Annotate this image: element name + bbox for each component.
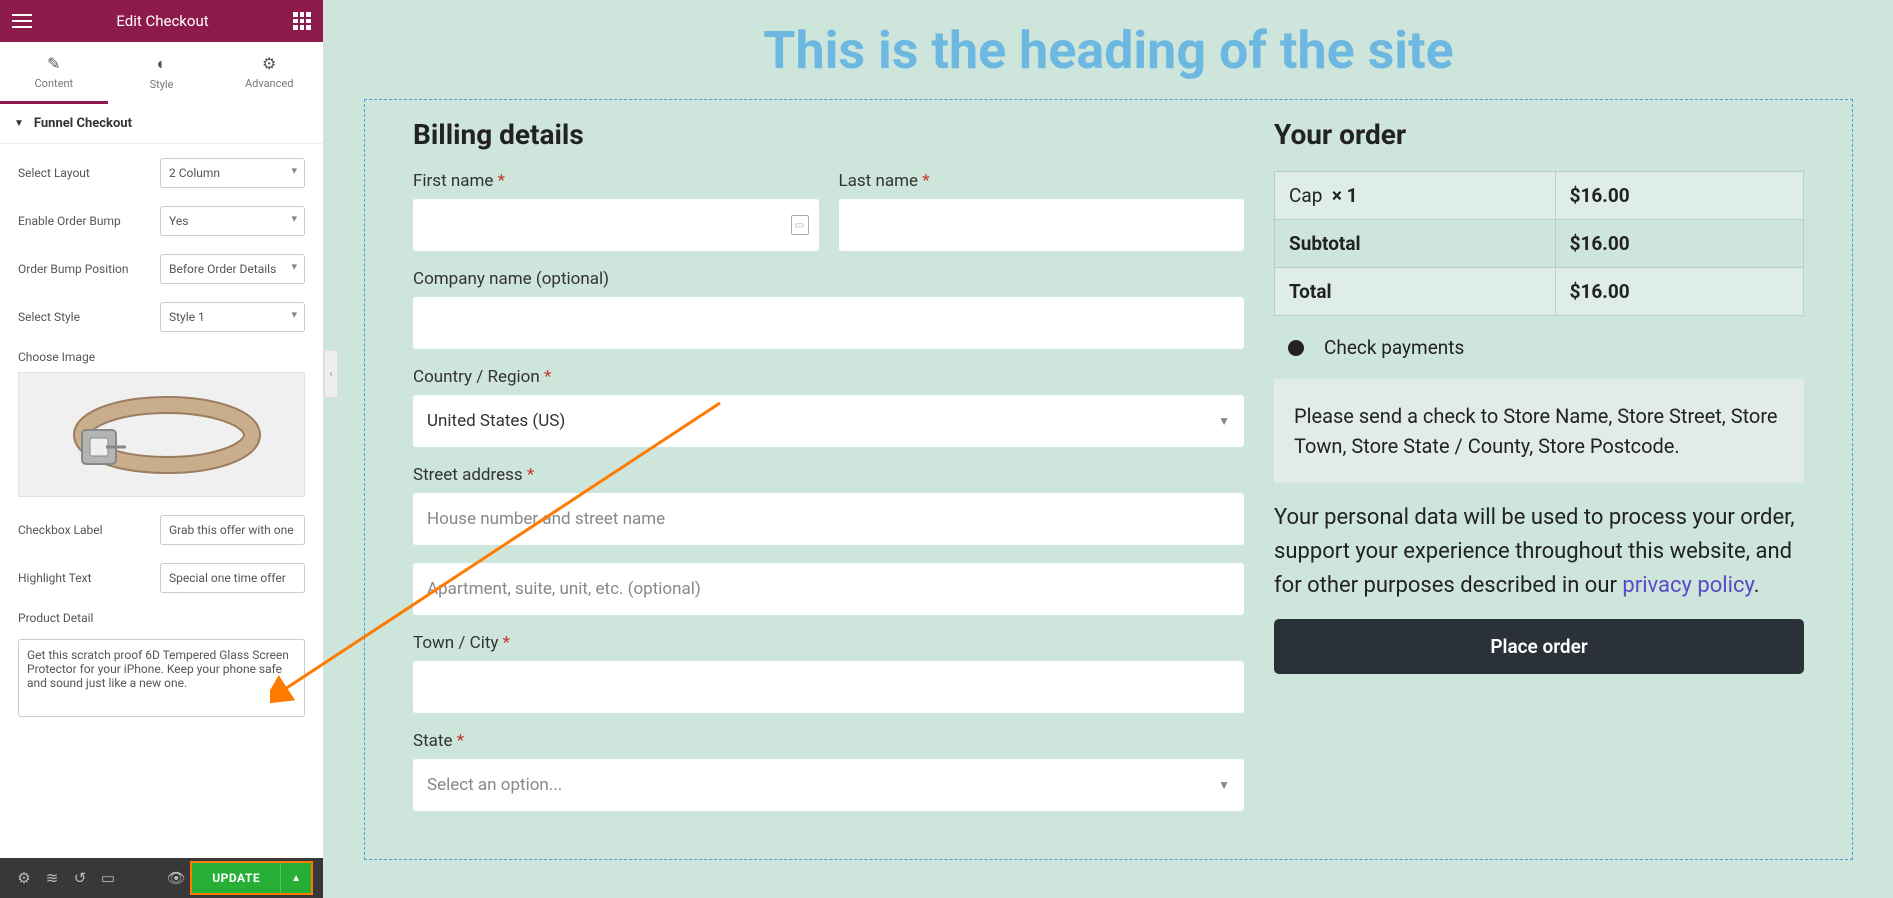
- subtotal-value: $16.00: [1555, 220, 1803, 268]
- page-preview: This is the heading of the site Billing …: [324, 0, 1893, 898]
- tab-style[interactable]: ◐ Style: [108, 42, 216, 101]
- site-heading: This is the heading of the site: [364, 20, 1853, 81]
- tab-advanced-label: Advanced: [245, 77, 293, 90]
- responsive-icon[interactable]: ▭: [94, 869, 122, 887]
- last-name-label: Last name *: [839, 171, 1245, 191]
- highlight-text-input[interactable]: [160, 563, 305, 593]
- payment-info-box: Please send a check to Store Name, Store…: [1274, 379, 1804, 483]
- last-name-input[interactable]: [839, 199, 1245, 251]
- checkbox-label-label: Checkbox Label: [18, 523, 103, 537]
- order-item-cell: Cap × 1: [1275, 172, 1556, 220]
- chevron-down-icon: ▼: [1218, 778, 1230, 792]
- tab-advanced[interactable]: ⚙ Advanced: [215, 42, 323, 101]
- tab-style-label: Style: [150, 78, 174, 91]
- table-row: Total $16.00: [1275, 268, 1804, 316]
- panel-tabs: ✎ Content ◐ Style ⚙ Advanced: [0, 42, 323, 104]
- privacy-text: Your personal data will be used to proce…: [1274, 501, 1804, 603]
- order-section: Your order Cap × 1 $16.00 Subtotal $16.0…: [1274, 118, 1804, 829]
- editor-panel: Edit Checkout ✎Content ◐Style ⚙Advanced …: [0, 0, 324, 898]
- place-order-button[interactable]: Place order: [1274, 619, 1804, 674]
- navigator-icon[interactable]: ≋: [38, 869, 66, 887]
- section-funnel-checkout[interactable]: ▼ Funnel Checkout: [0, 104, 323, 144]
- panel-header: Edit Checkout: [0, 0, 323, 42]
- contact-card-icon: ▭: [791, 215, 809, 235]
- section-label: Funnel Checkout: [34, 116, 132, 131]
- select-style[interactable]: Style 1: [160, 302, 305, 332]
- select-layout-label: Select Layout: [18, 166, 90, 180]
- subtotal-label: Subtotal: [1275, 220, 1556, 268]
- settings-icon[interactable]: ⚙: [10, 869, 38, 887]
- street-address-2-input[interactable]: [413, 563, 1244, 615]
- checkbox-label-input[interactable]: [160, 515, 305, 545]
- history-icon[interactable]: ↺: [66, 869, 94, 887]
- total-value: $16.00: [1555, 268, 1803, 316]
- order-table: Cap × 1 $16.00 Subtotal $16.00 Total $16…: [1274, 171, 1804, 316]
- order-bump-position-label: Order Bump Position: [18, 262, 128, 276]
- enable-order-bump-label: Enable Order Bump: [18, 214, 121, 228]
- company-input[interactable]: [413, 297, 1244, 349]
- chevron-down-icon: ▼: [1218, 414, 1230, 428]
- product-detail-label: Product Detail: [18, 611, 305, 625]
- fields-area: Select Layout 2 Column Enable Order Bump…: [0, 144, 323, 858]
- update-options-button[interactable]: ▲: [280, 863, 311, 893]
- gear-icon: ⚙: [215, 54, 323, 73]
- panel-footer: ⚙ ≋ ↺ ▭ 👁 UPDATE ▲: [0, 858, 323, 898]
- street-address-1-input[interactable]: [413, 493, 1244, 545]
- product-image-preview[interactable]: [18, 372, 305, 497]
- town-label: Town / City *: [413, 633, 1244, 653]
- belt-image: [62, 390, 262, 480]
- table-row: Cap × 1 $16.00: [1275, 172, 1804, 220]
- contrast-icon: ◐: [108, 54, 216, 74]
- checkout-widget: Billing details First name * ▭ Last name…: [364, 99, 1853, 860]
- choose-image-label: Choose Image: [18, 350, 305, 364]
- state-label: State *: [413, 731, 1244, 751]
- total-label: Total: [1275, 268, 1556, 316]
- update-button[interactable]: UPDATE: [192, 863, 280, 893]
- panel-title: Edit Checkout: [116, 12, 208, 30]
- radio-selected-icon: [1288, 340, 1304, 356]
- street-label: Street address *: [413, 465, 1244, 485]
- state-placeholder: Select an option...: [427, 775, 562, 795]
- table-row: Subtotal $16.00: [1275, 220, 1804, 268]
- company-label: Company name (optional): [413, 269, 1244, 289]
- state-select[interactable]: Select an option... ▼: [413, 759, 1244, 811]
- caret-down-icon: ▼: [14, 118, 24, 129]
- select-style-label: Select Style: [18, 310, 80, 324]
- billing-section: Billing details First name * ▭ Last name…: [413, 118, 1244, 829]
- country-value: United States (US): [427, 411, 565, 431]
- menu-icon[interactable]: [12, 14, 32, 28]
- preview-icon[interactable]: 👁: [162, 869, 190, 887]
- payment-method-label: Check payments: [1324, 336, 1464, 359]
- town-input[interactable]: [413, 661, 1244, 713]
- country-select[interactable]: United States (US) ▼: [413, 395, 1244, 447]
- country-label: Country / Region *: [413, 367, 1244, 387]
- apps-icon[interactable]: [293, 12, 311, 30]
- pencil-icon: ✎: [0, 54, 108, 73]
- tab-content[interactable]: ✎ Content: [0, 42, 108, 104]
- collapse-panel-handle[interactable]: ‹: [324, 350, 338, 398]
- order-title: Your order: [1274, 118, 1804, 151]
- select-enable-order-bump[interactable]: Yes: [160, 206, 305, 236]
- highlight-text-label: Highlight Text: [18, 571, 92, 585]
- update-button-group: UPDATE ▲: [190, 861, 313, 895]
- payment-method-row[interactable]: Check payments: [1274, 336, 1804, 359]
- tab-content-label: Content: [35, 77, 74, 90]
- privacy-policy-link[interactable]: privacy policy: [1622, 573, 1753, 598]
- order-item-price: $16.00: [1555, 172, 1803, 220]
- first-name-input[interactable]: [413, 199, 819, 251]
- first-name-label: First name *: [413, 171, 819, 191]
- product-detail-textarea[interactable]: Get this scratch proof 6D Tempered Glass…: [18, 639, 305, 717]
- select-order-bump-position[interactable]: Before Order Details: [160, 254, 305, 284]
- billing-title: Billing details: [413, 118, 1244, 151]
- select-layout[interactable]: 2 Column: [160, 158, 305, 188]
